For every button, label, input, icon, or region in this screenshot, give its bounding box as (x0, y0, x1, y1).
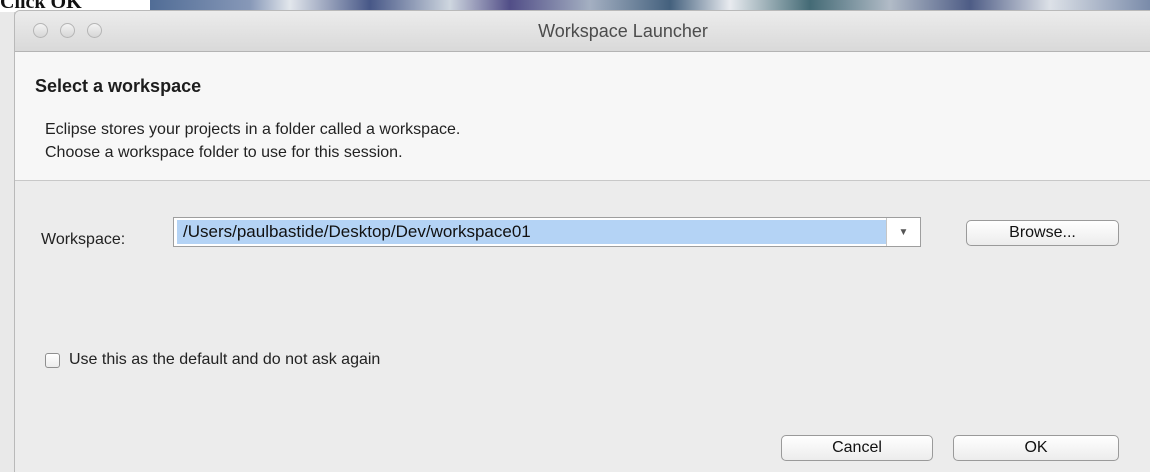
description-line-1: Eclipse stores your projects in a folder… (45, 121, 461, 138)
ok-button[interactable]: OK (953, 435, 1119, 461)
header-title: Select a workspace (35, 76, 202, 96)
window-title: Workspace Launcher (538, 21, 708, 41)
workspace-launcher-dialog: Workspace Launcher Select a workspace Ec… (14, 10, 1150, 472)
triangle-down-icon[interactable]: ▼ (886, 218, 920, 246)
browse-button[interactable]: Browse... (966, 220, 1119, 246)
header-description: Eclipse stores your projects in a folder… (45, 118, 460, 164)
background-window-edge (0, 12, 15, 472)
workspace-input[interactable]: /Users/paulbastide/Desktop/Dev/workspace… (177, 220, 886, 244)
workspace-combobox[interactable]: /Users/paulbastide/Desktop/Dev/workspace… (173, 217, 921, 247)
header-section: Select a workspace Eclipse stores your p… (15, 52, 1150, 181)
page: Click OK Workspace Launcher Select a wor… (0, 0, 1150, 472)
default-checkbox[interactable] (45, 352, 60, 368)
workspace-label: Workspace: (41, 231, 126, 248)
cancel-button[interactable]: Cancel (781, 435, 933, 461)
default-checkbox-row[interactable]: Use this as the default and do not ask a… (45, 351, 380, 369)
title-bar[interactable]: Workspace Launcher (15, 11, 1150, 52)
description-line-2: Choose a workspace folder to use for thi… (45, 144, 403, 161)
default-checkbox-label[interactable]: Use this as the default and do not ask a… (69, 351, 380, 369)
